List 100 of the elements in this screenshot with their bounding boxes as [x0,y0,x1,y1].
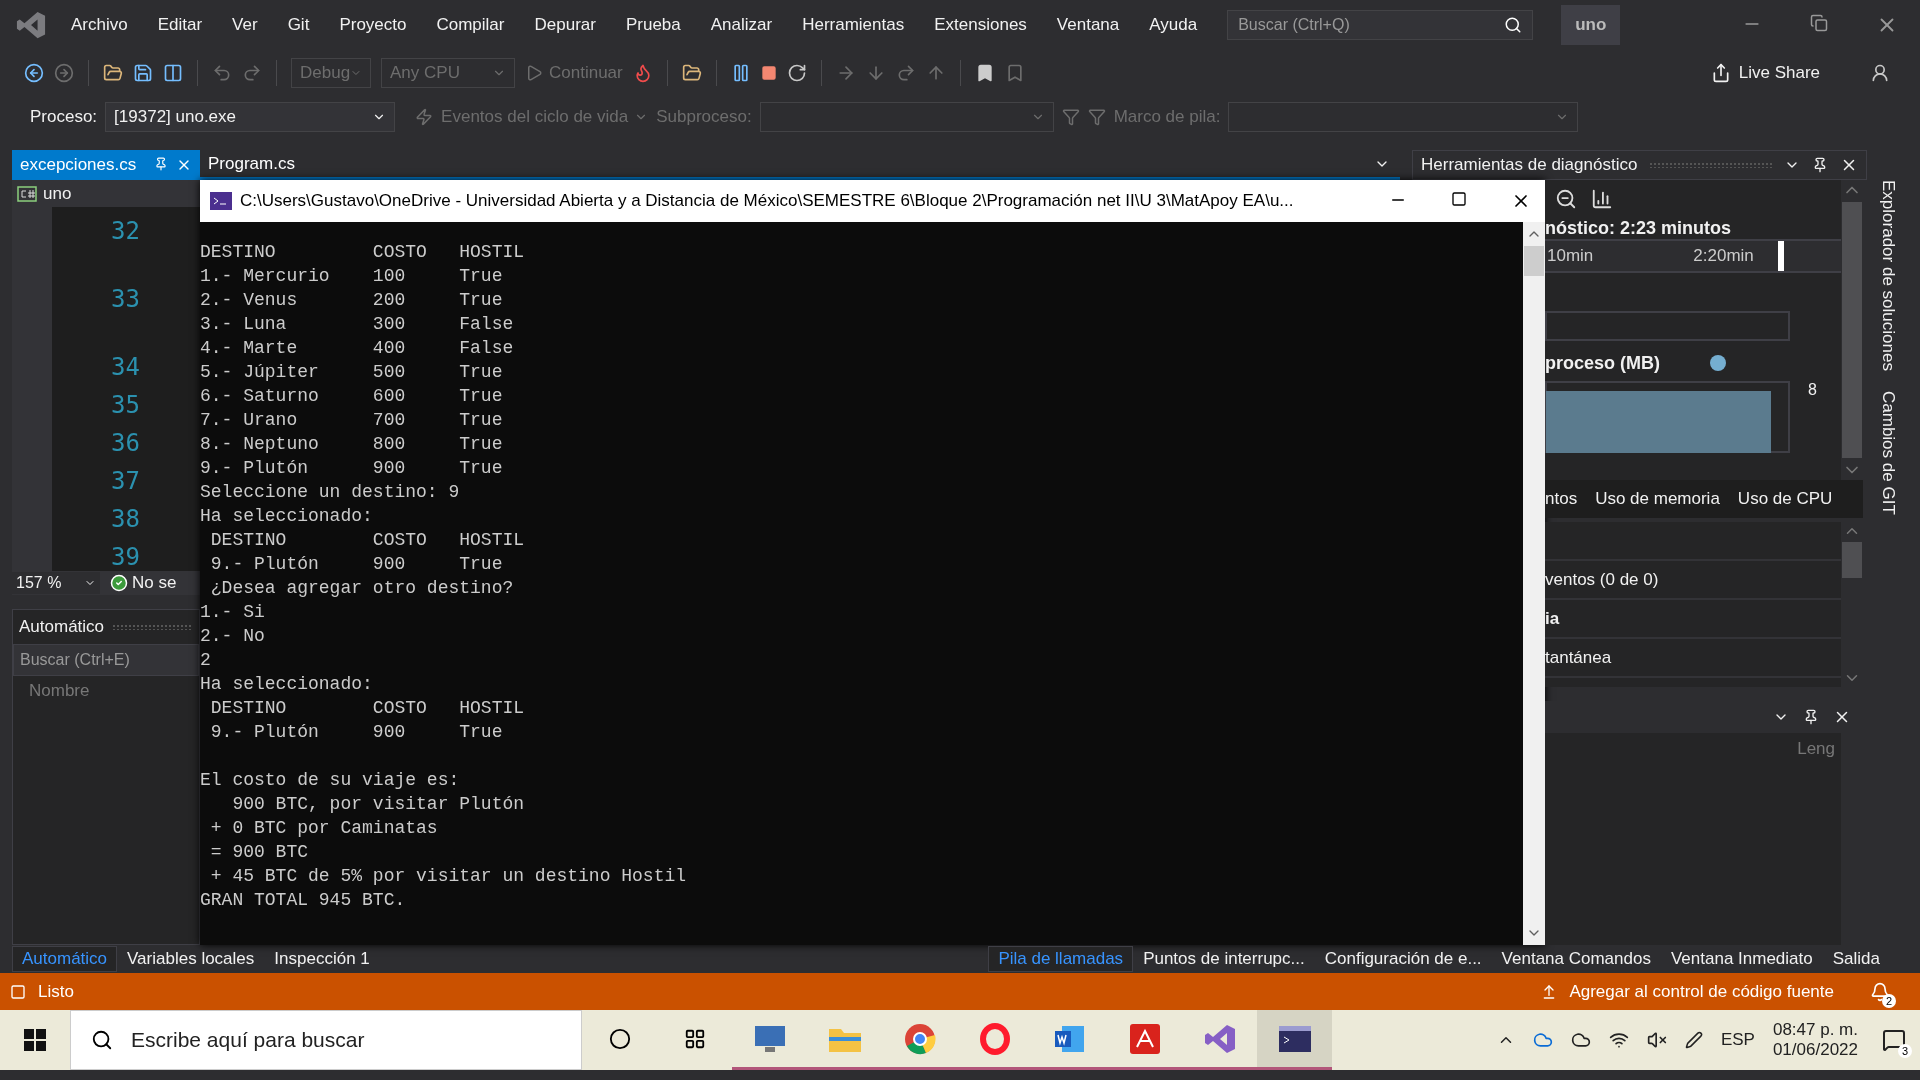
folder-search-icon[interactable] [681,62,702,83]
menu-item[interactable]: Ventana [1041,15,1135,35]
tab[interactable]: Uso de CPU [1737,489,1833,509]
line-number: 34 [111,353,140,381]
scrollbar-thumb[interactable] [1524,246,1544,276]
zoom-out-icon[interactable] [1555,188,1577,210]
menu-item[interactable]: Git [272,15,325,35]
redo-icon[interactable] [242,62,262,83]
menu-item[interactable]: Depurar [519,15,611,35]
word-document-icon [1053,1023,1086,1054]
console-icon [210,192,232,210]
axis-label: 8 [1808,381,1817,400]
process-dropdown[interactable]: [19372] uno.exe [105,101,396,132]
taskbar-search-field[interactable]: Escribe aquí para buscar [70,1010,582,1070]
pin-icon[interactable] [1812,157,1828,173]
menu-item[interactable]: Archivo [56,15,143,35]
restart-icon[interactable] [786,62,807,83]
open-folder-icon[interactable] [103,62,123,83]
menu-item[interactable]: Compilar [421,15,520,35]
project-name: uno [43,183,72,204]
chart-icon[interactable] [1591,188,1613,210]
console-line: DESTINO COSTO HOSTIL [209,529,526,552]
feedback-icon[interactable] [1870,62,1890,83]
memory-title: proceso (MB) [1545,352,1660,374]
panel-tab[interactable]: Salida [1822,946,1890,972]
save-icon[interactable] [133,62,153,83]
console-line: 6.- Saturno 600 True [200,385,504,408]
scrollbar[interactable] [1841,180,1863,480]
pen-icon[interactable] [1684,1031,1703,1049]
live-share-button[interactable]: Live Share [1710,62,1820,83]
undo-icon[interactable] [212,62,232,83]
menu-item[interactable]: Herramientas [787,15,920,35]
timeline-marker[interactable] [1777,241,1784,271]
panel-tab[interactable]: Configuración de e... [1314,946,1492,972]
scrollbar-thumb[interactable] [1842,542,1862,578]
taskbar-app[interactable] [1257,1010,1332,1070]
console-line: 9.- Plutón 900 True [200,457,504,480]
menu-item[interactable]: Extensiones [919,15,1042,35]
save-all-icon[interactable] [163,62,183,83]
source-control-button[interactable]: Agregar al control de código fuente [1569,981,1834,1002]
windows-logo-icon[interactable] [24,1029,46,1051]
search-field[interactable]: Buscar (Ctrl+Q) [1227,10,1534,40]
search-field[interactable]: Buscar (Ctrl+E) [13,644,199,676]
pin-icon[interactable] [1803,709,1819,725]
task-view-icon[interactable] [683,1027,706,1050]
menu-item[interactable]: Prueba [610,15,696,35]
volume-muted-icon[interactable] [1646,1030,1667,1050]
panel-tab[interactable]: Variables locales [117,946,265,972]
tab[interactable]: ntos [1545,489,1578,509]
menu-item[interactable]: Editar [142,15,218,35]
tab[interactable]: Uso de memoria [1595,489,1720,509]
scrollbar-thumb[interactable] [1842,202,1862,458]
console-line: 1.- Mercurio 100 True [200,265,504,288]
status-text: Listo [38,981,74,1002]
filter-icon[interactable] [1061,107,1080,126]
clock[interactable]: 08:47 p. m. 01/06/2022 [1772,1020,1858,1060]
panel-tab[interactable]: Ventana Inmediato [1660,946,1823,972]
panel-title: Automático [19,617,105,637]
stop-icon[interactable] [760,64,777,81]
cortana-icon[interactable] [608,1027,631,1050]
lifecycle-icon [415,107,434,126]
csharp-file-icon [17,185,37,202]
visual-studio-icon [1203,1022,1236,1055]
filter-icon[interactable] [1087,107,1106,126]
editor-tab[interactable]: Program.cs [200,148,303,179]
console-line: Ha seleccionado: [200,505,374,528]
panel-tab[interactable]: Inspección 1 [264,946,380,972]
legend-dot [1710,355,1726,371]
line-number: 35 [111,391,140,419]
scrollbar[interactable] [1523,222,1545,945]
maximize-icon[interactable] [1451,191,1467,207]
menu-item[interactable]: Analizar [695,15,788,35]
forward-icon[interactable] [54,62,74,83]
console-line: 8.- Neptuno 800 True [200,433,504,456]
panel-tab[interactable]: Puntos de interrupc... [1133,946,1315,972]
menu-item[interactable]: Ver [217,15,273,35]
console-line: 9.- Plutón 900 True [209,553,504,576]
side-tab[interactable]: Explorador de soluciones [1878,180,1898,371]
solution-name: uno [1561,5,1621,45]
panel-tab[interactable]: Ventana Comandos [1491,946,1661,972]
menu-item[interactable]: Ayuda [1134,15,1213,35]
language-indicator[interactable]: ESP [1720,1030,1755,1050]
cloud-icon[interactable] [1570,1030,1591,1050]
side-tab[interactable]: Cambios de GIT [1878,390,1898,515]
stack-frame-label: Marco de pila: [1113,106,1221,127]
panel-tab[interactable]: Pila de llamadas [988,946,1134,972]
menu-item[interactable]: Proyecto [324,15,422,35]
restore-icon[interactable] [1810,14,1828,32]
panel-title: Herramientas de diagnóstico [1421,155,1638,175]
column-header: Nombre [28,680,91,702]
panel-tab[interactable]: Automático [12,946,118,972]
zoom-dropdown[interactable]: 157 % [12,572,100,594]
line-number: 32 [111,217,140,245]
console-line: DESTINO COSTO HOSTIL [209,697,526,720]
time-tick: 10min [1547,246,1594,266]
console-line: 3.- Luna 300 False [200,313,515,336]
console-line: = 900 BTC [209,841,310,864]
editor-tab[interactable]: excepciones.cs [12,150,200,180]
back-icon[interactable] [24,62,44,83]
wifi-icon[interactable] [1608,1030,1629,1050]
